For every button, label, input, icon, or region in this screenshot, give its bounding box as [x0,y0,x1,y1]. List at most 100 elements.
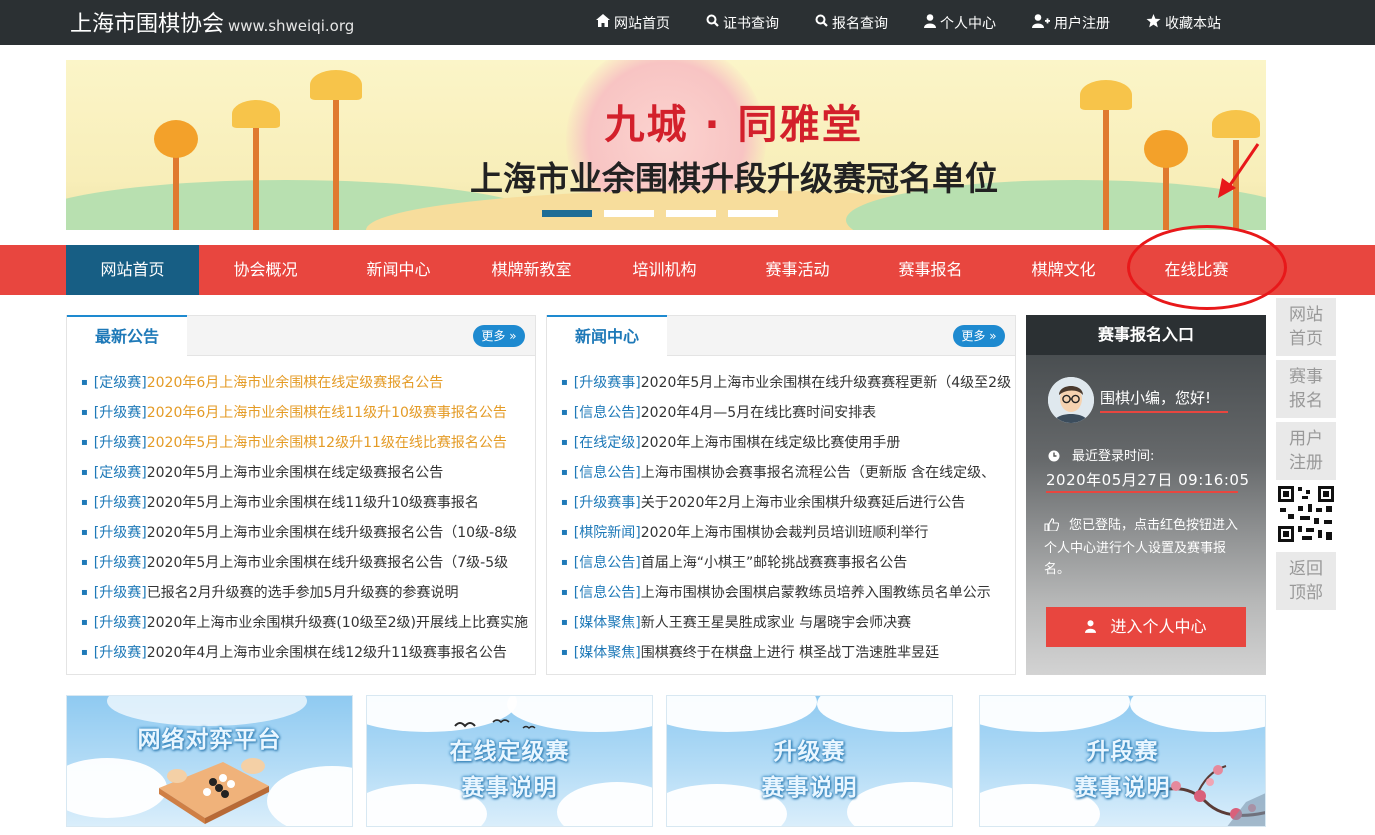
site-logo[interactable]: 上海市围棋协会 www.shweiqi.org [70,6,354,38]
login-tip: 您已登陆，点击红色按钮进入个人中心进行个人设置及赛事报名。 [1044,518,1239,577]
list-item[interactable]: ▪ [信息公告]上海市围棋协会围棋启蒙教练员培养入围教练员名单公示 [561,578,1015,608]
card-dan-promotion-match[interactable]: 升段赛 赛事说明 [979,695,1266,827]
panel-header: 新闻中心 更多 » [547,315,1015,356]
carousel-dot[interactable] [728,210,778,217]
carousel-dot[interactable] [604,210,654,217]
card-subtitle: 赛事说明 [461,775,558,801]
nav-item-culture[interactable]: 棋牌文化 [997,245,1130,295]
tab-announcements[interactable]: 最新公告 [67,315,187,356]
nav-item-news[interactable]: 新闻中心 [332,245,465,295]
list-item[interactable]: ▪ [信息公告]2020年4月—5月在线比赛时间安排表 [561,398,1015,428]
card-promotion-match[interactable]: 升级赛 赛事说明 [666,695,953,827]
floating-sidebar: 网站首页 赛事报名 用户注册 返回顶部 [1276,298,1336,614]
list-item[interactable]: ▪ [在线定级]2020年上海市围棋在线定级比赛使用手册 [561,428,1015,458]
item-title: 2020年上海市围棋协会裁判员培训班顺利举行 [640,525,929,541]
bullet-icon: ▪ [81,437,88,448]
bullet-icon: ▪ [81,527,88,538]
card-subtitle: 赛事说明 [761,775,858,801]
list-item[interactable]: ▪ [升级赛事]关于2020年2月上海市业余围棋升级赛延后进行公告 [561,488,1015,518]
item-title: 已报名2月升级赛的选手参加5月升级赛的参赛说明 [146,585,459,601]
list-item[interactable]: ▪ [升级赛]2020年4月上海市业余围棋在线12级升11级赛事报名公告 [81,638,535,668]
list-item[interactable]: ▪ [升级赛]2020年5月上海市业余围棋在线11级升10级赛事报名 [81,488,535,518]
top-link-home[interactable]: 网站首页 [596,13,670,33]
news-panel: 新闻中心 更多 » ▪ [升级赛事]2020年5月上海市业余围棋在线升级赛赛程更新… [546,315,1016,675]
item-category: [升级赛事] [573,495,641,511]
item-title: 新人王赛王星昊胜成家业 与屠晓宇会师决赛 [640,615,912,631]
top-bar: 上海市围棋协会 www.shweiqi.org 网站首页 证书查询 报名查询 个人… [0,0,1375,45]
user-icon [1085,608,1097,648]
tab-news-center[interactable]: 新闻中心 [547,315,667,356]
top-link-registration-search[interactable]: 报名查询 [815,13,888,33]
nav-item-classroom[interactable]: 棋牌新教室 [465,245,598,295]
annotation-circle [1127,225,1287,310]
item-title: 2020年6月上海市业余围棋在线11级升10级赛事报名公告 [146,405,507,421]
announcement-list: ▪ [定级赛]2020年6月上海市业余围棋在线定级赛报名公告 ▪ [升级赛]2020年… [67,356,535,668]
side-button-home[interactable]: 网站首页 [1276,298,1336,356]
bullet-icon: ▪ [561,617,568,628]
item-category: [在线定级] [573,435,641,451]
list-item[interactable]: ▪ [升级赛]2020年6月上海市业余围棋在线11级升10级赛事报名公告 [81,398,535,428]
item-category: [升级赛] [93,645,147,661]
list-item[interactable]: ▪ [升级赛]已报名2月升级赛的选手参加5月升级赛的参赛说明 [81,578,535,608]
carousel-indicators [542,210,790,217]
item-title: 2020年5月上海市业余围棋在线升级赛赛程更新（4级至2级 [640,375,1012,391]
card-title: 升段赛 [1086,739,1159,765]
top-link-certificate-search[interactable]: 证书查询 [706,13,779,33]
list-item[interactable]: ▪ [信息公告]首届上海“小棋王”邮轮挑战赛赛事报名公告 [561,548,1015,578]
list-item[interactable]: ▪ [棋院新闻]2020年上海市围棋协会裁判员培训班顺利举行 [561,518,1015,548]
card-online-rating-match[interactable]: 在线定级赛 赛事说明 [366,695,653,827]
top-link-bookmark[interactable]: 收藏本站 [1146,13,1221,33]
more-button[interactable]: 更多 » [953,325,1005,347]
bullet-icon: ▪ [81,407,88,418]
enter-personal-center-button[interactable]: 进入个人中心 [1046,607,1246,647]
registration-entry-title: 赛事报名入口 [1026,315,1266,355]
carousel-dot[interactable] [542,210,592,217]
registration-entry-panel: 赛事报名入口 围棋小编，您好! 最近登录时间: 2020年05月27日 09:1… [1026,315,1266,675]
bullet-icon: ▪ [561,587,568,598]
side-button-registration[interactable]: 赛事报名 [1276,360,1336,418]
list-item[interactable]: ▪ [升级赛]2020年上海市业余围棋升级赛(10级至2级)开展线上比赛实施 [81,608,535,638]
search-icon [706,14,719,31]
greeting-underline [1100,411,1228,413]
item-category: [信息公告] [573,555,641,571]
side-button-back-to-top[interactable]: 返回顶部 [1276,552,1336,610]
bullet-icon: ▪ [81,557,88,568]
list-item[interactable]: ▪ [定级赛]2020年5月上海市业余围棋在线定级赛报名公告 [81,458,535,488]
nav-item-home[interactable]: 网站首页 [66,245,199,295]
bullet-icon: ▪ [561,467,568,478]
item-title: 2020年5月上海市业余围棋在线11级升10级赛事报名 [146,495,479,511]
list-item[interactable]: ▪ [升级赛]2020年5月上海市业余围棋在线升级赛报名公告（7级-5级 [81,548,535,578]
carousel-dot[interactable] [666,210,716,217]
item-category: [信息公告] [573,465,641,481]
item-category: [信息公告] [573,405,641,421]
item-category: [信息公告] [573,585,641,601]
top-link-register[interactable]: 用户注册 [1032,13,1110,33]
banner-carousel[interactable]: 九城 · 同雅堂 上海市业余围棋升段升级赛冠名单位 [66,60,1266,230]
banner-title: 九城 · 同雅堂 [604,102,864,148]
nav-item-training[interactable]: 培训机构 [598,245,731,295]
more-button[interactable]: 更多 » [473,325,525,347]
nav-item-about[interactable]: 协会概况 [199,245,332,295]
list-item[interactable]: ▪ [升级赛]2020年5月上海市业余围棋12级升11级在线比赛报名公告 [81,428,535,458]
nav-item-events[interactable]: 赛事活动 [731,245,864,295]
list-item[interactable]: ▪ [信息公告]上海市围棋协会赛事报名流程公告（更新版 含在线定级、 [561,458,1015,488]
list-item[interactable]: ▪ [定级赛]2020年6月上海市业余围棋在线定级赛报名公告 [81,368,535,398]
card-online-play-platform[interactable]: 网络对弈平台 [66,695,353,827]
bullet-icon: ▪ [561,437,568,448]
top-link-personal-center[interactable]: 个人中心 [924,13,996,33]
item-title: 围棋赛终于在棋盘上进行 棋圣战丁浩速胜芈昱廷 [640,645,940,661]
list-item[interactable]: ▪ [升级赛]2020年5月上海市业余围棋在线升级赛报名公告（10级-8级 [81,518,535,548]
home-icon [596,14,610,31]
item-title: 2020年4月—5月在线比赛时间安排表 [640,405,877,421]
item-category: [升级赛] [93,525,147,541]
list-item[interactable]: ▪ [媒体聚焦]新人王赛王星昊胜成家业 与屠晓宇会师决赛 [561,608,1015,638]
nav-item-registration[interactable]: 赛事报名 [864,245,997,295]
item-category: [升级赛事] [573,375,641,391]
list-item[interactable]: ▪ [媒体聚焦]围棋赛终于在棋盘上进行 棋圣战丁浩速胜芈昱廷 [561,638,1015,668]
user-plus-icon [1032,13,1050,32]
star-icon [1146,13,1161,32]
list-item[interactable]: ▪ [升级赛事]2020年5月上海市业余围棋在线升级赛赛程更新（4级至2级 [561,368,1015,398]
side-button-register[interactable]: 用户注册 [1276,422,1336,480]
last-login-time: 2020年05月27日 09:16:05 [1046,471,1250,489]
go-board-image [159,758,269,824]
